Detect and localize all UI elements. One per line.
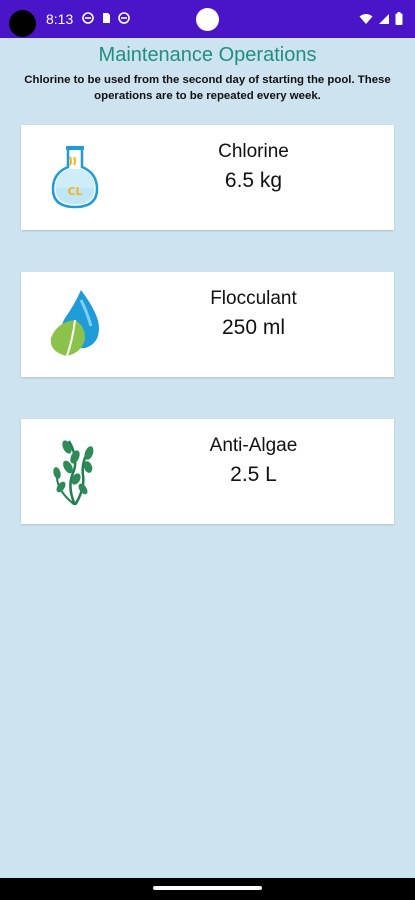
seaweed-icon xyxy=(53,440,94,505)
item-amount: 6.5 kg xyxy=(224,169,283,192)
anti-algae-card[interactable]: Anti-Algae 2.5 L xyxy=(21,419,394,524)
page-title: Maintenance Operations xyxy=(98,44,317,66)
wifi-icon xyxy=(359,13,373,24)
navigation-bar xyxy=(0,878,415,900)
chlorine-card[interactable]: CL Chlorine 6.5 kg xyxy=(21,125,394,230)
item-amount: 250 ml xyxy=(221,316,286,339)
status-time: 8:13 xyxy=(46,11,74,27)
flocculant-card[interactable]: Flocculant 250 ml xyxy=(21,272,394,377)
signal-icon xyxy=(379,13,389,24)
battery-icon xyxy=(395,12,403,25)
status-left-icons xyxy=(82,12,130,24)
page-subtitle: Chlorine to be used from the second day … xyxy=(24,74,391,102)
svg-text:CL: CL xyxy=(67,185,82,198)
item-name: Flocculant xyxy=(210,288,297,309)
status-right-icons xyxy=(359,12,403,25)
chlorine-flask-icon: CL xyxy=(51,146,99,209)
sim-card-icon xyxy=(103,13,110,23)
item-name: Anti-Algae xyxy=(209,435,298,456)
home-gesture-handle[interactable] xyxy=(153,886,262,890)
status-bar: 8:13 xyxy=(0,0,415,38)
item-name: Chlorine xyxy=(218,141,289,162)
item-amount: 2.5 L xyxy=(230,463,277,486)
no-disturb-icon xyxy=(118,12,130,24)
water-drop-leaf-icon xyxy=(50,290,99,357)
camera-cutout xyxy=(9,10,36,37)
no-disturb-icon xyxy=(82,12,94,24)
status-center-dot xyxy=(196,8,219,31)
